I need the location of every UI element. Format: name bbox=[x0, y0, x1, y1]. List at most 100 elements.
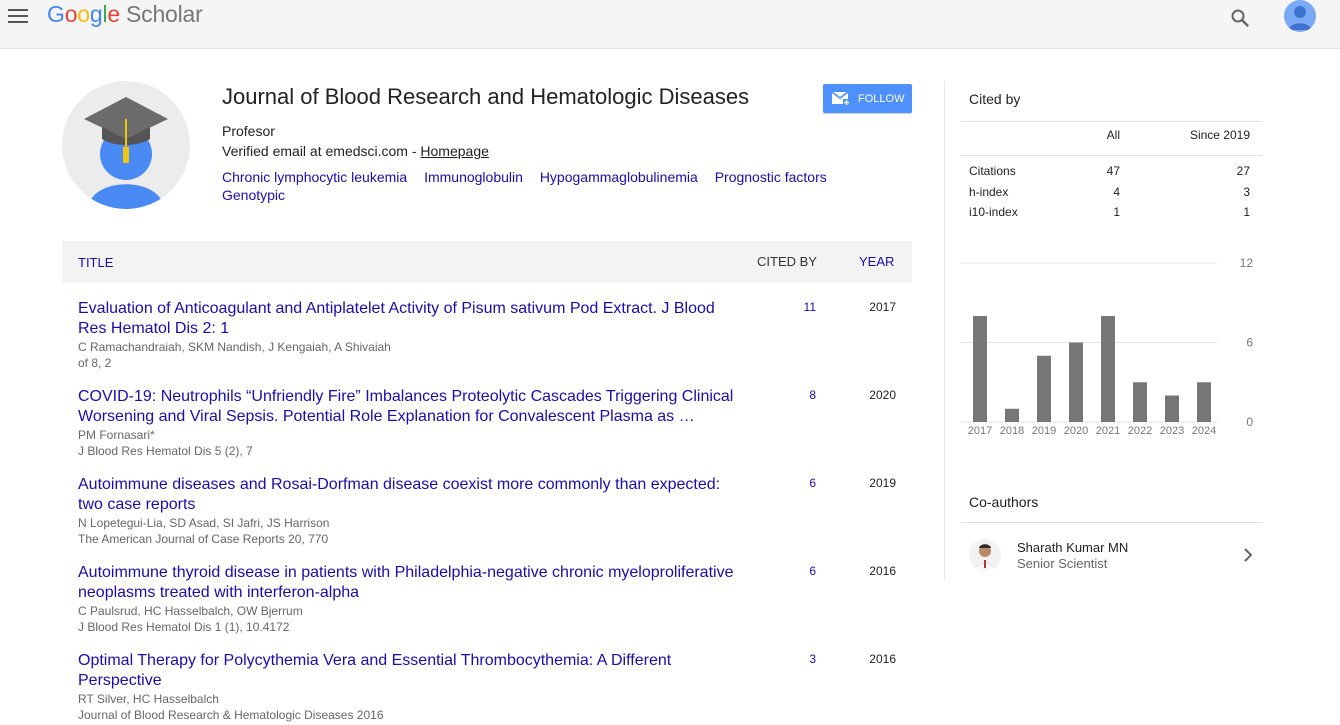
cited-by-count-link[interactable]: 6 bbox=[748, 564, 816, 578]
homepage-link[interactable]: Homepage bbox=[420, 143, 489, 159]
divider bbox=[961, 121, 1262, 122]
chart-x-tick-label: 2019 bbox=[1032, 425, 1056, 437]
article-year: 2016 bbox=[869, 564, 896, 578]
table-row: COVID-19: Neutrophils “Unfriendly Fire” … bbox=[78, 387, 908, 459]
top-app-bar: Google Scholar bbox=[0, 0, 1340, 49]
stats-label: h-index bbox=[969, 184, 1009, 199]
chart-bar bbox=[1197, 382, 1211, 422]
stats-row: Citations 47 27 bbox=[961, 164, 1262, 185]
chart-bar bbox=[1037, 355, 1051, 422]
interest-link[interactable]: Genotypic bbox=[222, 187, 285, 203]
google-scholar-logo[interactable]: Google Scholar bbox=[47, 1, 203, 28]
stats-all-value: 4 bbox=[1113, 184, 1120, 199]
article-authors: N Lopetegui-Lia, SD Asad, SI Jafri, JS H… bbox=[78, 516, 330, 530]
table-row: Evaluation of Anticoagulant and Antiplat… bbox=[78, 299, 908, 371]
article-authors: C Paulsrud, HC Hasselbalch, OW Bjerrum bbox=[78, 604, 303, 618]
profile-avatar bbox=[62, 81, 190, 209]
stats-all-value: 47 bbox=[1106, 164, 1120, 178]
interest-link[interactable]: Immunoglobulin bbox=[424, 169, 523, 185]
verified-email: Verified email at emedsci.com - Homepage bbox=[222, 143, 489, 159]
table-row: Optimal Therapy for Polycythemia Vera an… bbox=[78, 651, 908, 723]
chart-bar bbox=[1165, 395, 1179, 422]
logo-letter: g bbox=[89, 1, 103, 27]
interest-link[interactable]: Chronic lymphocytic leukemia bbox=[222, 169, 407, 185]
coauthor-name: Sharath Kumar MN bbox=[1017, 540, 1129, 555]
cited-by-title: Cited by bbox=[969, 91, 1021, 107]
article-venue: Journal of Blood Research & Hematologic … bbox=[78, 708, 384, 722]
article-year: 2017 bbox=[869, 300, 896, 314]
article-authors: PM Fornasari* bbox=[78, 428, 155, 442]
chart-y-tick-label: 6 bbox=[1246, 336, 1253, 350]
chart-x-tick-label: 2022 bbox=[1128, 425, 1152, 437]
article-authors: RT Silver, HC Hasselbalch bbox=[78, 692, 219, 706]
logo-letter: G bbox=[47, 1, 65, 27]
stats-since-value: 27 bbox=[1236, 164, 1250, 178]
affiliation: Profesor bbox=[222, 123, 275, 139]
article-title-link[interactable]: Autoimmune thyroid disease in patients w… bbox=[78, 563, 743, 603]
chart-x-tick-label: 2017 bbox=[968, 425, 992, 437]
cited-by-count-link[interactable]: 3 bbox=[748, 652, 816, 666]
interest-link[interactable]: Hypogammaglobulinemia bbox=[540, 169, 698, 185]
column-divider bbox=[944, 81, 945, 579]
article-venue: J Blood Res Hematol Dis 5 (2), 7 bbox=[78, 444, 253, 458]
chart-x-tick-label: 2024 bbox=[1192, 425, 1216, 437]
articles-table-header: TITLE CITED BY YEAR bbox=[62, 241, 912, 283]
chart-x-tick-label: 2018 bbox=[1000, 425, 1024, 437]
stats-label: i10-index bbox=[969, 205, 1018, 219]
stats-col-since: Since 2019 bbox=[1189, 128, 1250, 142]
article-year: 2019 bbox=[869, 476, 896, 490]
divider bbox=[961, 155, 1262, 156]
coauthor-item[interactable]: Sharath Kumar MN Senior Scientist bbox=[961, 534, 1262, 578]
article-title-link[interactable]: Optimal Therapy for Polycythemia Vera an… bbox=[78, 651, 743, 691]
chart-x-tick-label: 2020 bbox=[1064, 425, 1088, 437]
coauthor-avatar bbox=[969, 539, 1001, 571]
divider bbox=[961, 522, 1262, 523]
stats-since-value: 3 bbox=[1243, 184, 1250, 199]
logo-letter: e bbox=[107, 1, 120, 27]
chart-y-tick-label: 12 bbox=[1240, 256, 1254, 270]
cited-by-count-link[interactable]: 8 bbox=[748, 388, 816, 402]
chart-bar bbox=[1133, 382, 1147, 422]
sort-by-title-header[interactable]: TITLE bbox=[78, 255, 113, 270]
citation-stats-table: All Since 2019 Citations 47 27 h-index 4… bbox=[961, 128, 1262, 226]
cited-by-count-link[interactable]: 6 bbox=[748, 476, 816, 490]
interest-link[interactable]: Prognostic factors bbox=[715, 169, 827, 185]
search-icon[interactable] bbox=[1229, 7, 1251, 29]
cited-by-header: CITED BY bbox=[757, 254, 817, 269]
stats-all-value: 1 bbox=[1113, 205, 1120, 219]
article-venue: of 8, 2 bbox=[78, 356, 112, 370]
article-title-link[interactable]: Autoimmune diseases and Rosai-Dorfman di… bbox=[78, 475, 743, 515]
article-title-link[interactable]: COVID-19: Neutrophils “Unfriendly Fire” … bbox=[78, 387, 743, 427]
article-year: 2020 bbox=[869, 388, 896, 402]
mail-icon bbox=[832, 91, 850, 106]
verified-email-text: Verified email at emedsci.com - bbox=[222, 143, 421, 159]
stats-col-all: All bbox=[1106, 128, 1120, 142]
chart-x-tick-label: 2021 bbox=[1096, 425, 1120, 437]
table-row: Autoimmune diseases and Rosai-Dorfman di… bbox=[78, 475, 908, 547]
chart-y-tick-label: 0 bbox=[1246, 415, 1253, 429]
chart-bar bbox=[1005, 408, 1019, 422]
follow-button[interactable]: FOLLOW bbox=[823, 84, 912, 113]
stats-label: Citations bbox=[969, 164, 1016, 178]
follow-label: FOLLOW bbox=[858, 92, 905, 105]
graduation-cap-avatar-icon bbox=[84, 97, 168, 209]
logo-product-name: Scholar bbox=[126, 1, 203, 27]
chevron-right-icon bbox=[1244, 548, 1253, 562]
coauthor-role: Senior Scientist bbox=[1017, 556, 1108, 571]
research-interests: Chronic lymphocytic leukemia Immunoglobu… bbox=[222, 168, 872, 204]
stats-since-value: 1 bbox=[1243, 205, 1250, 219]
account-avatar-icon[interactable] bbox=[1284, 0, 1316, 32]
logo-letter: o bbox=[64, 1, 78, 27]
stats-header-row: All Since 2019 bbox=[961, 128, 1262, 164]
article-year: 2016 bbox=[869, 652, 896, 666]
logo-letter: o bbox=[77, 1, 90, 27]
cited-by-count-link[interactable]: 11 bbox=[748, 300, 816, 314]
chart-bar bbox=[973, 316, 987, 422]
article-title-link[interactable]: Evaluation of Anticoagulant and Antiplat… bbox=[78, 299, 743, 339]
article-venue: J Blood Res Hematol Dis 1 (1), 10.4172 bbox=[78, 620, 290, 634]
sort-by-year-header[interactable]: YEAR bbox=[859, 254, 894, 269]
chart-bar bbox=[1069, 342, 1083, 422]
chart-bar bbox=[1101, 316, 1115, 422]
chart-x-tick-label: 2023 bbox=[1160, 425, 1184, 437]
hamburger-menu-icon[interactable] bbox=[8, 6, 30, 26]
